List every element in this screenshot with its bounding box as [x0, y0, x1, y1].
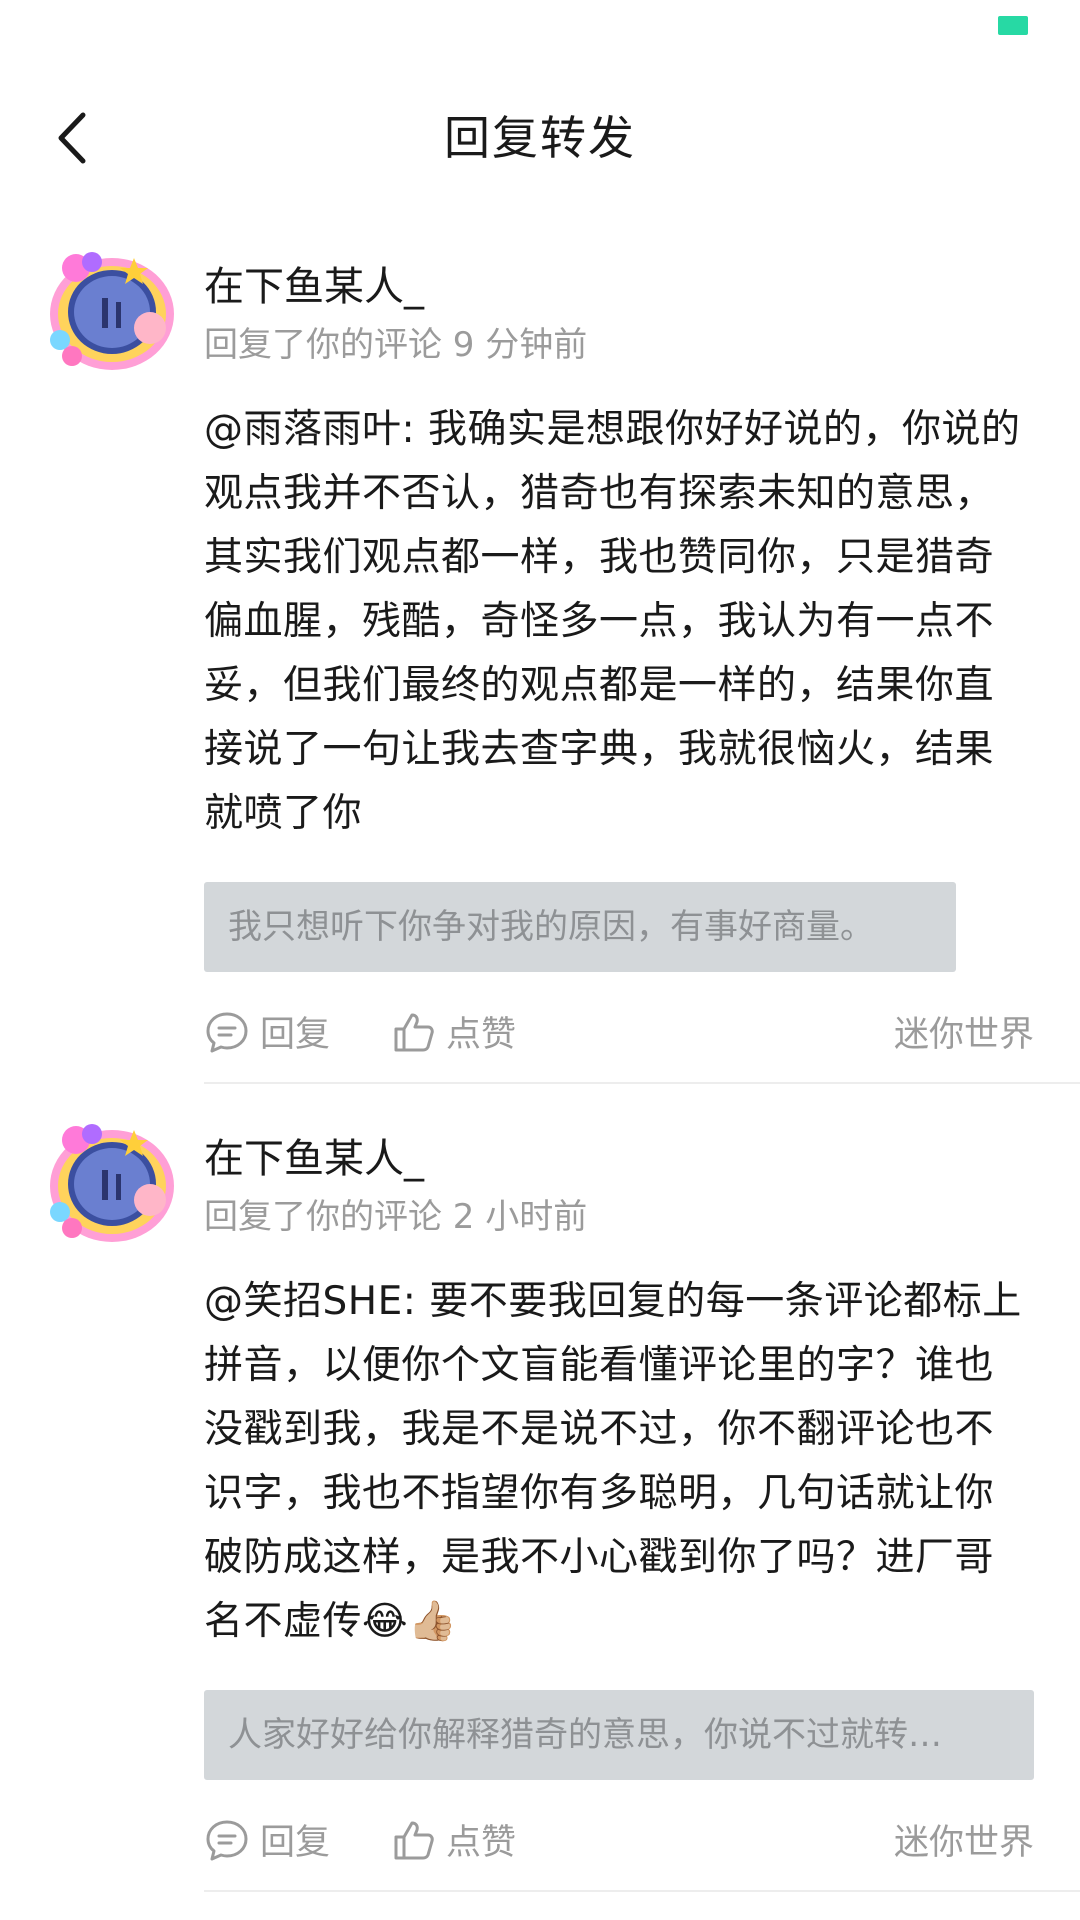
username[interactable]: 在下鱼某人_: [204, 1104, 1034, 1184]
reply-text: @笑招SHE: 要不要我回复的每一条评论都标上拼音，以便你个文盲能看懂评论里的字…: [204, 1279, 1022, 1644]
reply-label: 回复: [260, 1823, 331, 1863]
quoted-comment[interactable]: 人家好好给你解释猎奇的意思，你说不过就转…: [204, 1690, 1034, 1780]
reply-button[interactable]: 回复: [204, 1814, 330, 1865]
reply-text: @雨落雨叶: 我确实是想跟你好好说的，你说的观点我并不否认，猎奇也有探索未知的意…: [204, 407, 1021, 836]
like-button[interactable]: 点赞: [392, 1814, 516, 1865]
header: 回复转发: [0, 90, 1080, 186]
page-title: 回复转发: [444, 111, 636, 165]
chevron-left-icon: [58, 112, 86, 164]
notification-meta: 回复了你的评论 9 分钟前: [204, 325, 588, 365]
divider: [204, 1890, 1080, 1892]
notification-meta: 回复了你的评论 2 小时前: [204, 1197, 588, 1237]
avatar[interactable]: [46, 1116, 182, 1246]
like-label: 点赞: [446, 1015, 517, 1055]
thumbs-up-icon: [394, 1821, 434, 1859]
action-bar: 回复 点赞 迷你世界: [204, 972, 1034, 1082]
source-tag[interactable]: 迷你世界: [894, 1814, 1034, 1865]
list-item: 在下鱼某人_ 回复了你的评论 9 分钟前 @雨落雨叶: 我确实是想跟你好好说的，…: [0, 232, 1080, 1084]
list-item: 在下鱼某人_ 回复了你的评论 2 小时前 @笑招SHE: 要不要我回复的每一条评…: [0, 1104, 1080, 1892]
comment-icon: [206, 1012, 248, 1052]
thumbs-up-icon: [394, 1013, 434, 1051]
source-tag[interactable]: 迷你世界: [894, 1006, 1034, 1057]
action-bar: 回复 点赞 迷你世界: [204, 1780, 1034, 1890]
status-bar: [0, 0, 1080, 60]
like-button[interactable]: 点赞: [392, 1006, 516, 1057]
username[interactable]: 在下鱼某人_: [204, 232, 1034, 312]
quoted-comment[interactable]: 我只想听下你争对我的原因，有事好商量。: [204, 882, 956, 972]
reply-label: 回复: [260, 1015, 331, 1055]
comment-icon: [206, 1820, 248, 1860]
avatar[interactable]: [46, 244, 182, 374]
battery-icon: [998, 16, 1028, 35]
like-label: 点赞: [446, 1823, 517, 1863]
divider: [204, 1082, 1080, 1084]
reply-button[interactable]: 回复: [204, 1006, 330, 1057]
back-button[interactable]: [42, 108, 102, 168]
notification-list: 在下鱼某人_ 回复了你的评论 9 分钟前 @雨落雨叶: 我确实是想跟你好好说的，…: [0, 232, 1080, 1892]
